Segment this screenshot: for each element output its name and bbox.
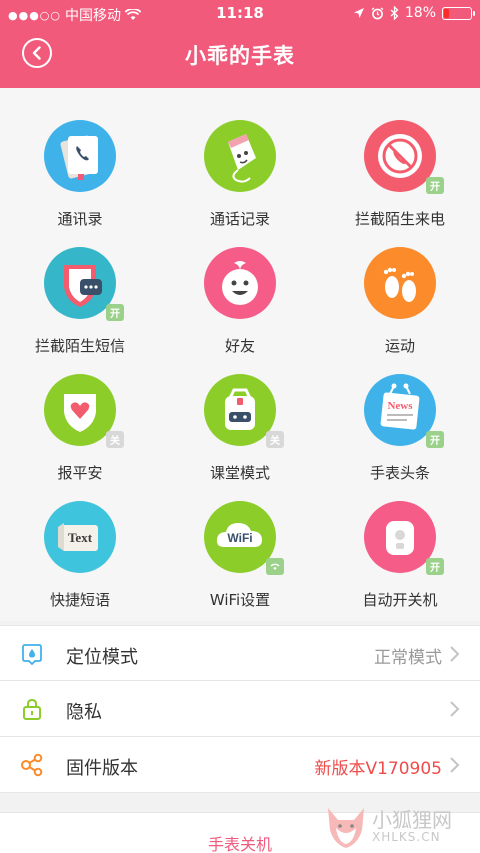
status-bar: ●●●○○ 中国移动 11:18 18%	[0, 0, 480, 28]
feature-sport[interactable]: 运动	[320, 215, 480, 355]
setting-label: 固件版本	[66, 758, 138, 779]
alarm-icon	[371, 6, 384, 19]
contacts-icon	[44, 120, 116, 192]
chevron-right-icon	[450, 646, 460, 662]
page-title: 小乖的手表	[185, 44, 295, 68]
feature-call-log[interactable]: 通话记录	[160, 88, 320, 228]
setting-row-location-mode[interactable]: 定位模式 正常模式	[0, 625, 480, 681]
bluetooth-icon	[390, 6, 399, 20]
status-badge: 开	[426, 558, 444, 575]
quick-phrase-icon-text: Text	[68, 530, 93, 545]
quick-phrase-icon: Text	[44, 501, 116, 573]
feature-block-sms[interactable]: 开 拦截陌生短信	[0, 215, 160, 355]
status-badge: 开	[106, 304, 124, 321]
feature-label: WiFi设置	[209, 591, 271, 609]
setting-label: 隐私	[66, 702, 102, 723]
nav-bar: 小乖的手表	[0, 28, 480, 88]
settings-list: 定位模式 正常模式 隐私 固件版本 新版本V170905	[0, 625, 480, 793]
feature-block-calls[interactable]: 开 拦截陌生来电	[320, 88, 480, 228]
feature-auto-power[interactable]: 开 自动开关机	[320, 469, 480, 609]
battery-percent: 18%	[404, 5, 436, 21]
watermark-url: XHLKS.CN	[372, 830, 441, 844]
chevron-right-icon	[450, 701, 460, 717]
watermark: 小狐狸网 XHLKS.CN	[324, 802, 474, 852]
top-bar: ●●●○○ 中国移动 11:18 18% 小乖的手表	[0, 0, 480, 88]
chevron-right-icon	[450, 757, 460, 773]
feature-contacts[interactable]: 通讯录	[0, 88, 160, 228]
lock-icon	[23, 698, 41, 720]
friends-icon	[204, 247, 276, 319]
setting-row-firmware[interactable]: 固件版本 新版本V170905	[0, 737, 480, 793]
battery-icon	[442, 6, 475, 20]
call-log-icon	[204, 120, 276, 192]
sport-icon	[364, 247, 436, 319]
firmware-icon	[21, 753, 43, 777]
feature-friends[interactable]: 好友	[160, 215, 320, 355]
status-badge: 关	[266, 431, 284, 448]
feature-safe-report[interactable]: 关 报平安	[0, 342, 160, 482]
feature-wifi-settings[interactable]: WiFi WiFi设置	[160, 469, 320, 609]
feature-label: 快捷短语	[49, 591, 110, 609]
setting-value: 新版本V170905	[314, 759, 442, 779]
status-badge: 关	[106, 431, 124, 448]
watermark-text: 小狐狸网	[372, 808, 452, 832]
feature-grid: 通讯录 通话记录 开 拦截陌生来电 开 拦截陌生短信 好友 运动 关 报平安 关…	[0, 88, 480, 621]
wifi-icon-text: WiFi	[227, 531, 252, 545]
feature-label: 自动开关机	[362, 591, 438, 609]
setting-label: 定位模式	[66, 647, 138, 668]
location-mode-icon	[22, 644, 42, 666]
wifi-badge-icon	[266, 558, 284, 575]
feature-quick-phrase[interactable]: Text 快捷短语	[0, 469, 160, 609]
feature-news[interactable]: News 开 手表头条	[320, 342, 480, 482]
news-icon-text: News	[387, 400, 413, 412]
setting-row-privacy[interactable]: 隐私	[0, 681, 480, 737]
location-arrow-icon	[353, 8, 364, 18]
setting-value: 正常模式	[374, 648, 442, 668]
status-badge: 开	[426, 177, 444, 194]
feature-class-mode[interactable]: 关 课堂模式	[160, 342, 320, 482]
status-badge: 开	[426, 431, 444, 448]
fox-logo-icon	[328, 808, 364, 848]
